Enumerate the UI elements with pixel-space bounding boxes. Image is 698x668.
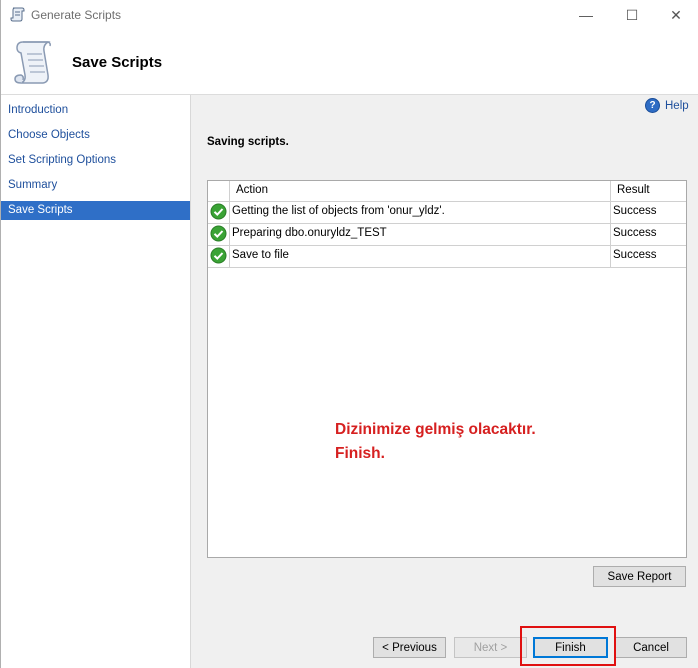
annotation-text: Dizinimize gelmiş olacaktır. Finish. [335, 418, 536, 466]
row-action: Preparing dbo.onuryldz_TEST [232, 227, 387, 239]
wizard-sidebar: Introduction Choose Objects Set Scriptin… [1, 95, 191, 668]
save-report-button[interactable]: Save Report [593, 566, 686, 587]
sidebar-item-introduction[interactable]: Introduction [1, 101, 190, 120]
close-button[interactable]: ✕ [653, 0, 698, 30]
section-title: Saving scripts. [207, 136, 289, 148]
sidebar-item-save-scripts[interactable]: Save Scripts [1, 201, 190, 220]
success-check-icon [210, 225, 227, 242]
title-bar: Generate Scripts — ☐ ✕ [1, 0, 698, 30]
sidebar-item-set-scripting-options[interactable]: Set Scripting Options [1, 151, 190, 170]
progress-grid: Action Result Getting the list of object… [207, 180, 687, 558]
help-link[interactable]: ? Help [645, 98, 689, 113]
page-title: Save Scripts [72, 54, 163, 71]
row-result: Success [613, 205, 657, 217]
success-check-icon [210, 203, 227, 220]
generate-scripts-window: Generate Scripts — ☐ ✕ Save Scripts Intr… [0, 0, 698, 668]
window-title: Generate Scripts [31, 8, 122, 22]
maximize-button[interactable]: ☐ [609, 0, 655, 30]
annotation-line-1: Dizinimize gelmiş olacaktır. [335, 421, 536, 438]
success-check-icon [210, 247, 227, 264]
minimize-button[interactable]: — [563, 0, 609, 30]
grid-header: Action Result [208, 181, 686, 202]
scroll-icon [14, 41, 51, 84]
help-label: Help [665, 99, 689, 112]
row-action: Getting the list of objects from 'onur_y… [232, 205, 445, 217]
row-result: Success [613, 249, 657, 261]
highlight-box [520, 626, 616, 666]
column-header-action: Action [236, 184, 268, 196]
sidebar-item-choose-objects[interactable]: Choose Objects [1, 126, 190, 145]
row-action: Save to file [232, 249, 289, 261]
table-row[interactable]: Save to file Success [208, 245, 686, 268]
help-icon: ? [645, 98, 660, 113]
annotation-line-2: Finish. [335, 445, 385, 462]
row-result: Success [613, 227, 657, 239]
table-row[interactable]: Preparing dbo.onuryldz_TEST Success [208, 223, 686, 246]
previous-button[interactable]: < Previous [373, 637, 446, 658]
sidebar-item-summary[interactable]: Summary [1, 176, 190, 195]
cancel-button[interactable]: Cancel [615, 637, 687, 658]
wizard-header: Save Scripts [1, 30, 698, 95]
table-row[interactable]: Getting the list of objects from 'onur_y… [208, 201, 686, 224]
column-header-result: Result [617, 184, 650, 196]
scroll-app-icon [10, 7, 25, 22]
next-button[interactable]: Next > [454, 637, 527, 658]
